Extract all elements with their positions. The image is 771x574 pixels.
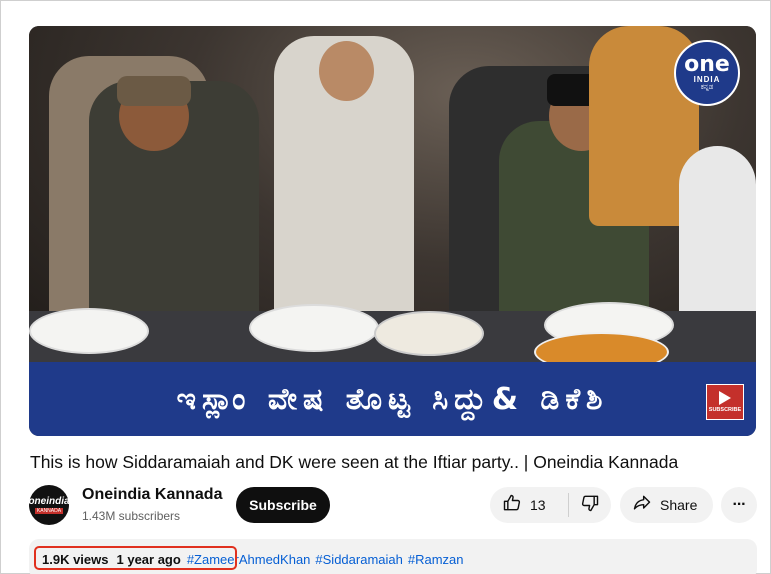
channel-avatar[interactable]: oneindia KANNADA (28, 485, 70, 525)
plate (249, 304, 379, 352)
video-title: This is how Siddaramaiah and DK were see… (30, 452, 679, 472)
watermark-text: ಕನ್ನಡ (700, 83, 714, 91)
watermark-text: one (684, 51, 730, 77)
plate (29, 308, 149, 354)
subscribe-watermark-label: SUBSCRIBE (708, 407, 742, 413)
thumbs-down-icon (580, 493, 600, 518)
share-button[interactable]: Share (620, 487, 713, 523)
like-button[interactable]: 13 (490, 487, 568, 523)
highlight-box (34, 546, 237, 570)
more-icon: ··· (732, 496, 747, 513)
dislike-button[interactable] (569, 487, 611, 523)
video-player[interactable]: one INDIA ಕನ್ನಡ ಇಸ್ಲಾಂ ವೇಷ ತೊಟ್ಟ ಸಿದ್ದು&… (29, 26, 756, 436)
play-icon (719, 391, 731, 405)
video-caption-band: ಇಸ್ಲಾಂ ವೇಷ ತೊಟ್ಟ ಸಿದ್ದು& ಡಿಕೆಶಿ (29, 362, 756, 436)
watermark-text: INDIA (693, 74, 721, 84)
video-caption-text: ಇಸ್ಲಾಂ ವೇಷ ತೊಟ್ಟ ಸಿದ್ದು& ಡಿಕೆಶಿ (176, 381, 609, 417)
channel-name[interactable]: Oneindia Kannada (82, 486, 222, 504)
like-dislike-group: 13 (490, 487, 611, 523)
rice-bowl (374, 311, 484, 356)
hashtag-link[interactable]: #Siddaramaiah (315, 552, 402, 567)
share-icon (632, 493, 652, 518)
avatar-text: oneindia (28, 496, 70, 507)
subscribe-button[interactable]: Subscribe (236, 487, 330, 523)
like-count: 13 (530, 497, 546, 513)
more-actions-button[interactable]: ··· (721, 487, 757, 523)
video-frame: one INDIA ಕನ್ನಡ (29, 26, 756, 372)
share-label: Share (660, 497, 698, 513)
avatar-text: KANNADA (34, 508, 64, 514)
channel-logo-watermark: one INDIA ಕನ್ನಡ (674, 40, 740, 106)
hashtag-link[interactable]: #Ramzan (408, 552, 464, 567)
thumbs-up-icon (502, 493, 522, 518)
subscribe-watermark: SUBSCRIBE (706, 384, 744, 420)
subscriber-count: 1.43M subscribers (82, 509, 181, 523)
